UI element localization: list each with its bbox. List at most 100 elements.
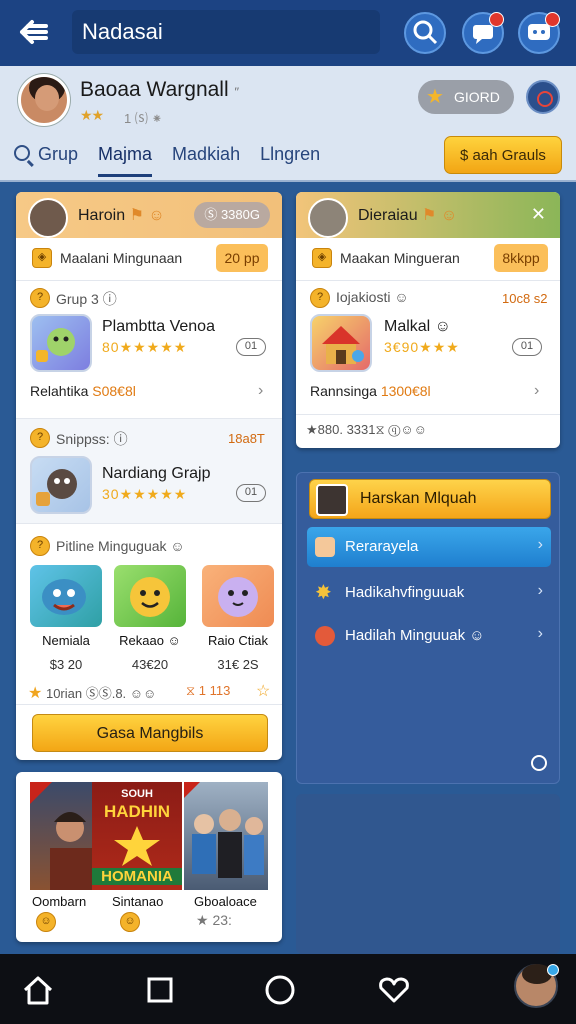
- app-name: Malkal ☺: [384, 318, 452, 335]
- divider: [296, 280, 560, 281]
- offer-button[interactable]: 8kkpp: [494, 244, 548, 272]
- menu-item-rerarayela[interactable]: Rerarayela ›: [307, 527, 551, 567]
- chevron-right-icon: ›: [537, 582, 543, 599]
- media-caption: Oombarn: [32, 894, 87, 909]
- info-icon: ?: [310, 288, 330, 308]
- close-icon[interactable]: ✕: [531, 204, 546, 225]
- section-value: 18a8T: [228, 431, 265, 446]
- page-title: Nadasai: [72, 10, 380, 54]
- empty-panel: [296, 794, 560, 954]
- search-icon: [14, 145, 30, 161]
- profile-rating-detail: 1 ⒮ ⁕: [124, 111, 163, 126]
- gold-badge[interactable]: ★ GIORD: [418, 80, 514, 114]
- section-label: Snippss: ⓘ: [56, 431, 128, 447]
- count-pill[interactable]: 01: [236, 484, 266, 502]
- divider: [16, 280, 282, 281]
- tab-llngren[interactable]: Llngren: [260, 144, 320, 172]
- home-circle-icon[interactable]: [260, 970, 300, 1010]
- avatar[interactable]: [18, 74, 70, 126]
- stats-row: ★ 10rian ⓈⓈ.8. ☺☺: [28, 685, 157, 702]
- app-icon-nardiang[interactable]: [30, 456, 92, 514]
- offer-card-right: Dieraiau ⚑ ☺ ✕ ◈ Maakan Mingueran 8kkpp …: [296, 192, 560, 448]
- offer-button[interactable]: 20 pp: [216, 244, 268, 272]
- app-icon-malkal[interactable]: [310, 314, 372, 372]
- tile-name: Raio Ctiak: [208, 633, 268, 648]
- info-icon: ?: [30, 288, 50, 308]
- coin-pill[interactable]: Ⓢ 3380G: [194, 202, 270, 228]
- app-rating: 80★★★★★: [102, 339, 188, 355]
- tab-bar: Grup Majma Madkiah Llngren: [14, 144, 340, 177]
- coin-icon: ☺: [36, 912, 56, 932]
- message-icon[interactable]: [518, 12, 560, 54]
- panel-header[interactable]: Harskan Mlquah: [309, 479, 551, 519]
- tab-grup[interactable]: Grup: [14, 144, 78, 172]
- tile-nemiala[interactable]: [30, 565, 102, 627]
- notification-dot-icon: [547, 964, 559, 976]
- star-outline-icon[interactable]: ☆: [256, 681, 270, 701]
- section-label: Iojakiosti ☺: [336, 289, 409, 305]
- heart-icon[interactable]: [374, 970, 414, 1010]
- app-icon-plambtta[interactable]: [30, 314, 92, 372]
- notification-dot-icon: [545, 12, 560, 27]
- offer-icon: ◈: [312, 248, 332, 268]
- count-pill[interactable]: 01: [512, 338, 542, 356]
- divider: [296, 414, 560, 415]
- chevron-right-icon[interactable]: ›: [258, 382, 263, 400]
- star-icon: ★: [28, 685, 43, 702]
- main-action-button[interactable]: Gasa Mangbils: [32, 714, 268, 752]
- panel-user-name: Harskan Mlquah: [360, 490, 477, 507]
- offer-label: Maalani Mingunaan: [60, 250, 183, 266]
- avatar[interactable]: [308, 198, 348, 238]
- coin-icon: ☺: [120, 912, 140, 932]
- menu-item-hadikah[interactable]: ✸ Hadikahvfinguuak ›: [307, 573, 551, 613]
- chat-icon[interactable]: [462, 12, 504, 54]
- offer-card-left: Haroin ⚑ ☺ Ⓢ 3380G ◈ Maalani Mingunaan 2…: [16, 192, 282, 760]
- avatar[interactable]: [28, 198, 68, 238]
- offer-label: Maakan Mingueran: [340, 250, 460, 266]
- back-arrow-icon[interactable]: [14, 14, 54, 50]
- info-icon: ?: [30, 428, 50, 448]
- section-label: Grup 3 ⓘ: [56, 291, 117, 307]
- tile-name: Nemiala: [42, 633, 90, 648]
- media-card: SOUH HADHIN HOMANIA Oombarn Sintanao Gbo…: [16, 772, 282, 942]
- divider: [16, 704, 282, 705]
- app-name: Plambtta Venoa: [102, 318, 215, 335]
- menu-item-hadilah[interactable]: Hadilah Minguuak ☺ ›: [307, 616, 551, 656]
- search-icon[interactable]: [404, 12, 446, 54]
- gift-icon: [315, 537, 335, 557]
- tile-price: $3 20: [49, 657, 83, 672]
- app-rating: 3€90★★★: [384, 339, 460, 355]
- action-button[interactable]: $ aah Grauls: [444, 136, 562, 174]
- price-line: Relahtika S08€8l: [30, 383, 136, 399]
- home-icon[interactable]: [18, 970, 58, 1010]
- media-banner[interactable]: SOUH HADHIN HOMANIA: [92, 782, 182, 890]
- stats-row-right: ⧖ 1 113: [186, 683, 231, 698]
- record-icon[interactable]: [526, 80, 560, 114]
- chevron-right-icon: ›: [537, 536, 543, 553]
- card-header: Dieraiau ⚑ ☺ ✕: [296, 192, 560, 238]
- divider: [16, 523, 282, 524]
- recents-icon[interactable]: [140, 970, 180, 1010]
- profile-name: Baoaa Wargnall ′′: [80, 78, 239, 101]
- tab-majma[interactable]: Majma: [98, 144, 153, 177]
- badge-icon: [315, 626, 335, 646]
- avatar: [316, 484, 348, 516]
- media-thumb-3[interactable]: [184, 782, 268, 890]
- tile-raio[interactable]: [202, 565, 274, 627]
- card-user-name: Dieraiau ⚑ ☺: [358, 207, 458, 224]
- media-caption: Gboaloace: [194, 894, 257, 909]
- chevron-right-icon[interactable]: ›: [534, 382, 539, 400]
- radio-icon[interactable]: [531, 755, 547, 771]
- media-caption: Sintanao: [112, 894, 164, 909]
- tile-rekaao[interactable]: [114, 565, 186, 627]
- card-header: Haroin ⚑ ☺ Ⓢ 3380G: [16, 192, 282, 238]
- section-value: 10c8 s2: [502, 291, 548, 306]
- price-line: Rannsinga 1300€8l: [310, 383, 431, 399]
- star-burst-icon: ✸: [315, 582, 332, 604]
- app-name: Nardiang Grajp: [102, 465, 211, 482]
- count-pill[interactable]: 01: [236, 338, 266, 356]
- media-thumb-1[interactable]: [30, 782, 100, 890]
- card-user-name: Haroin ⚑ ☺: [78, 207, 165, 224]
- tab-madkiah[interactable]: Madkiah: [172, 144, 240, 172]
- avatar[interactable]: [514, 964, 559, 1008]
